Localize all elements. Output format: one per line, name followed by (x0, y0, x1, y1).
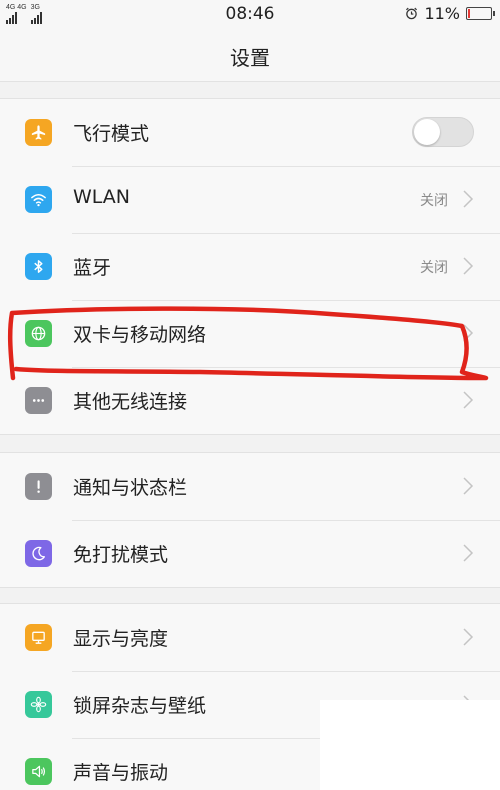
settings-group-connectivity: 飞行模式 WLAN 关闭 蓝牙 关闭 双卡与移动网络 其他无线连接 (0, 98, 500, 435)
settings-item-dual-sim-mobile-network[interactable]: 双卡与移动网络 (0, 300, 500, 367)
chevron-right-icon (463, 477, 474, 495)
chevron-right-icon (463, 544, 474, 562)
flower-icon (25, 691, 52, 718)
chevron-right-icon (463, 257, 474, 275)
speaker-icon (25, 758, 52, 785)
display-icon (25, 624, 52, 651)
notification-icon (25, 473, 52, 500)
settings-item-label: 双卡与移动网络 (73, 324, 207, 346)
settings-item-other-wireless[interactable]: 其他无线连接 (0, 367, 500, 434)
settings-item-notifications-status-bar[interactable]: 通知与状态栏 (0, 453, 500, 520)
settings-item-airplane-mode[interactable]: 飞行模式 (0, 99, 500, 166)
settings-item-label: 其他无线连接 (73, 391, 188, 413)
settings-item-label: 飞行模式 (73, 123, 150, 145)
alarm-icon (406, 7, 418, 20)
bluetooth-icon (25, 253, 52, 280)
moon-icon (25, 540, 52, 567)
toggle-knob (414, 119, 440, 145)
page-title: 设置 (230, 46, 270, 70)
navigation-bar: 设置 (0, 30, 500, 82)
settings-item-wlan[interactable]: WLAN 关闭 (0, 166, 500, 233)
settings-group-notifications: 通知与状态栏 免打扰模式 (0, 452, 500, 588)
more-icon (25, 387, 52, 414)
settings-item-label: 声音与振动 (73, 762, 169, 784)
settings-item-display-brightness[interactable]: 显示与亮度 (0, 604, 500, 671)
chevron-right-icon (463, 391, 474, 409)
blank-overlay (320, 700, 500, 790)
wlan-status-value: 关闭 (420, 193, 448, 209)
globe-icon (25, 320, 52, 347)
battery-percent: 11% (424, 4, 460, 23)
wifi-icon (25, 186, 52, 213)
settings-item-label: 显示与亮度 (73, 628, 169, 650)
chevron-right-icon (463, 190, 474, 208)
chevron-right-icon (463, 628, 474, 646)
settings-item-label: 蓝牙 (73, 257, 112, 279)
settings-item-label: 锁屏杂志与壁纸 (73, 695, 207, 717)
settings-item-do-not-disturb[interactable]: 免打扰模式 (0, 520, 500, 587)
settings-item-label: 免打扰模式 (73, 544, 169, 566)
settings-item-bluetooth[interactable]: 蓝牙 关闭 (0, 233, 500, 300)
status-bar: 4G 4G 3G 08:46 11% (0, 0, 500, 30)
airplane-icon (25, 119, 52, 146)
bluetooth-status-value: 关闭 (420, 260, 448, 276)
chevron-right-icon (463, 324, 474, 342)
settings-item-label: WLAN (73, 186, 131, 208)
battery-level-fill (468, 9, 470, 18)
battery-icon (466, 7, 495, 20)
settings-item-label: 通知与状态栏 (73, 477, 188, 499)
status-right: 11% (405, 4, 495, 23)
airplane-mode-toggle[interactable] (412, 117, 474, 147)
